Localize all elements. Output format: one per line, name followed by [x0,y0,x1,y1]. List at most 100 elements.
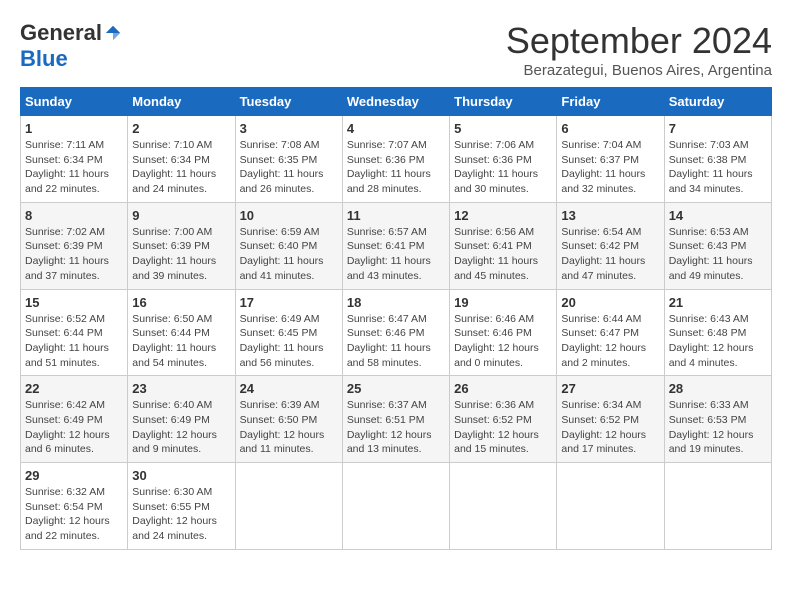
table-row: 27 Sunrise: 6:34 AM Sunset: 6:52 PM Dayl… [557,376,664,463]
day-number: 1 [25,121,123,136]
table-row [557,463,664,550]
day-number: 19 [454,295,552,310]
day-number: 22 [25,381,123,396]
day-info: Sunrise: 7:10 AM Sunset: 6:34 PM Dayligh… [132,138,230,197]
day-number: 20 [561,295,659,310]
day-info: Sunrise: 6:30 AM Sunset: 6:55 PM Dayligh… [132,485,230,544]
day-info: Sunrise: 6:49 AM Sunset: 6:45 PM Dayligh… [240,312,338,371]
logo-blue-text: Blue [20,46,68,72]
day-number: 24 [240,381,338,396]
month-title: September 2024 [506,20,772,62]
logo: General Blue [20,20,122,72]
table-row: 14 Sunrise: 6:53 AM Sunset: 6:43 PM Dayl… [664,202,771,289]
day-number: 12 [454,208,552,223]
table-row: 2 Sunrise: 7:10 AM Sunset: 6:34 PM Dayli… [128,116,235,203]
day-info: Sunrise: 7:06 AM Sunset: 6:36 PM Dayligh… [454,138,552,197]
table-row: 30 Sunrise: 6:30 AM Sunset: 6:55 PM Dayl… [128,463,235,550]
day-info: Sunrise: 6:37 AM Sunset: 6:51 PM Dayligh… [347,398,445,457]
table-row [664,463,771,550]
day-number: 2 [132,121,230,136]
location-subtitle: Berazategui, Buenos Aires, Argentina [506,62,772,79]
day-info: Sunrise: 7:03 AM Sunset: 6:38 PM Dayligh… [669,138,767,197]
day-info: Sunrise: 7:08 AM Sunset: 6:35 PM Dayligh… [240,138,338,197]
day-info: Sunrise: 6:56 AM Sunset: 6:41 PM Dayligh… [454,225,552,284]
day-number: 3 [240,121,338,136]
table-row: 24 Sunrise: 6:39 AM Sunset: 6:50 PM Dayl… [235,376,342,463]
table-row: 13 Sunrise: 6:54 AM Sunset: 6:42 PM Dayl… [557,202,664,289]
table-row: 7 Sunrise: 7:03 AM Sunset: 6:38 PM Dayli… [664,116,771,203]
table-row: 8 Sunrise: 7:02 AM Sunset: 6:39 PM Dayli… [21,202,128,289]
table-row: 19 Sunrise: 6:46 AM Sunset: 6:46 PM Dayl… [450,289,557,376]
day-info: Sunrise: 6:43 AM Sunset: 6:48 PM Dayligh… [669,312,767,371]
day-number: 7 [669,121,767,136]
day-info: Sunrise: 6:50 AM Sunset: 6:44 PM Dayligh… [132,312,230,371]
calendar-week-5: 29 Sunrise: 6:32 AM Sunset: 6:54 PM Dayl… [21,463,772,550]
day-info: Sunrise: 6:53 AM Sunset: 6:43 PM Dayligh… [669,225,767,284]
day-info: Sunrise: 6:52 AM Sunset: 6:44 PM Dayligh… [25,312,123,371]
day-info: Sunrise: 6:44 AM Sunset: 6:47 PM Dayligh… [561,312,659,371]
table-row: 16 Sunrise: 6:50 AM Sunset: 6:44 PM Dayl… [128,289,235,376]
header-thursday: Thursday [450,88,557,116]
day-info: Sunrise: 7:00 AM Sunset: 6:39 PM Dayligh… [132,225,230,284]
table-row [235,463,342,550]
day-info: Sunrise: 7:07 AM Sunset: 6:36 PM Dayligh… [347,138,445,197]
table-row: 6 Sunrise: 7:04 AM Sunset: 6:37 PM Dayli… [557,116,664,203]
header-wednesday: Wednesday [342,88,449,116]
day-info: Sunrise: 6:36 AM Sunset: 6:52 PM Dayligh… [454,398,552,457]
day-info: Sunrise: 6:46 AM Sunset: 6:46 PM Dayligh… [454,312,552,371]
table-row: 10 Sunrise: 6:59 AM Sunset: 6:40 PM Dayl… [235,202,342,289]
table-row: 29 Sunrise: 6:32 AM Sunset: 6:54 PM Dayl… [21,463,128,550]
day-number: 6 [561,121,659,136]
day-info: Sunrise: 6:47 AM Sunset: 6:46 PM Dayligh… [347,312,445,371]
header-monday: Monday [128,88,235,116]
table-row: 15 Sunrise: 6:52 AM Sunset: 6:44 PM Dayl… [21,289,128,376]
day-info: Sunrise: 6:54 AM Sunset: 6:42 PM Dayligh… [561,225,659,284]
header-saturday: Saturday [664,88,771,116]
calendar-week-4: 22 Sunrise: 6:42 AM Sunset: 6:49 PM Dayl… [21,376,772,463]
table-row: 20 Sunrise: 6:44 AM Sunset: 6:47 PM Dayl… [557,289,664,376]
day-info: Sunrise: 6:32 AM Sunset: 6:54 PM Dayligh… [25,485,123,544]
day-number: 5 [454,121,552,136]
day-info: Sunrise: 6:57 AM Sunset: 6:41 PM Dayligh… [347,225,445,284]
day-info: Sunrise: 6:33 AM Sunset: 6:53 PM Dayligh… [669,398,767,457]
header-sunday: Sunday [21,88,128,116]
day-number: 23 [132,381,230,396]
day-info: Sunrise: 6:42 AM Sunset: 6:49 PM Dayligh… [25,398,123,457]
table-row [342,463,449,550]
table-row: 9 Sunrise: 7:00 AM Sunset: 6:39 PM Dayli… [128,202,235,289]
day-number: 15 [25,295,123,310]
table-row: 4 Sunrise: 7:07 AM Sunset: 6:36 PM Dayli… [342,116,449,203]
day-number: 9 [132,208,230,223]
table-row: 25 Sunrise: 6:37 AM Sunset: 6:51 PM Dayl… [342,376,449,463]
day-number: 28 [669,381,767,396]
day-info: Sunrise: 6:39 AM Sunset: 6:50 PM Dayligh… [240,398,338,457]
day-number: 8 [25,208,123,223]
calendar-week-1: 1 Sunrise: 7:11 AM Sunset: 6:34 PM Dayli… [21,116,772,203]
table-row: 11 Sunrise: 6:57 AM Sunset: 6:41 PM Dayl… [342,202,449,289]
table-row: 23 Sunrise: 6:40 AM Sunset: 6:49 PM Dayl… [128,376,235,463]
logo-icon [104,24,122,42]
day-number: 30 [132,468,230,483]
calendar-header-row: Sunday Monday Tuesday Wednesday Thursday… [21,88,772,116]
calendar-week-3: 15 Sunrise: 6:52 AM Sunset: 6:44 PM Dayl… [21,289,772,376]
logo-general-text: General [20,20,102,46]
calendar-week-2: 8 Sunrise: 7:02 AM Sunset: 6:39 PM Dayli… [21,202,772,289]
table-row: 18 Sunrise: 6:47 AM Sunset: 6:46 PM Dayl… [342,289,449,376]
day-number: 26 [454,381,552,396]
day-number: 27 [561,381,659,396]
header-tuesday: Tuesday [235,88,342,116]
day-number: 4 [347,121,445,136]
calendar-table: Sunday Monday Tuesday Wednesday Thursday… [20,87,772,550]
day-info: Sunrise: 6:34 AM Sunset: 6:52 PM Dayligh… [561,398,659,457]
day-info: Sunrise: 6:59 AM Sunset: 6:40 PM Dayligh… [240,225,338,284]
day-number: 16 [132,295,230,310]
table-row [450,463,557,550]
day-number: 14 [669,208,767,223]
day-number: 18 [347,295,445,310]
day-number: 17 [240,295,338,310]
table-row: 3 Sunrise: 7:08 AM Sunset: 6:35 PM Dayli… [235,116,342,203]
table-row: 26 Sunrise: 6:36 AM Sunset: 6:52 PM Dayl… [450,376,557,463]
title-section: September 2024 Berazategui, Buenos Aires… [506,20,772,79]
day-info: Sunrise: 7:11 AM Sunset: 6:34 PM Dayligh… [25,138,123,197]
table-row: 5 Sunrise: 7:06 AM Sunset: 6:36 PM Dayli… [450,116,557,203]
